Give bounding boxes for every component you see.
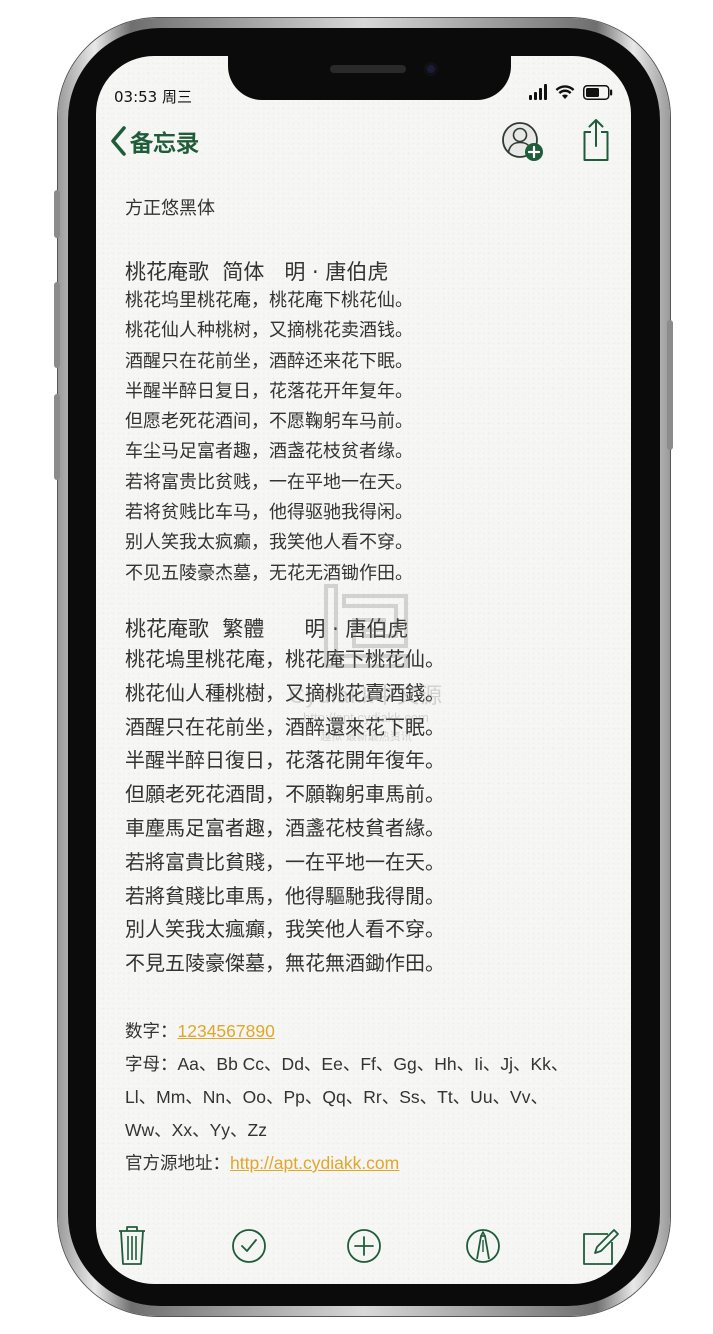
- share-button[interactable]: [582, 118, 610, 166]
- add-button[interactable]: [342, 1222, 386, 1266]
- compose-button[interactable]: [578, 1222, 622, 1266]
- chevron-left-icon: [111, 126, 126, 156]
- letters-line: 字母：Aa、Bb Cc、Dd、Ee、Ff、Gg、Hh、Ii、Jj、Kk、: [125, 1048, 605, 1081]
- sample-info: 数字：1234567890 字母：Aa、Bb Cc、Dd、Ee、Ff、Gg、Hh…: [125, 1015, 605, 1180]
- poem-line: 但愿老死花酒间，不愿鞠躬车马前。: [125, 411, 413, 433]
- poem-line: 酒醒只在花前坐，酒醉还来花下眠。: [125, 350, 413, 372]
- trash-icon: [119, 1226, 145, 1265]
- volume-up-button: [54, 282, 60, 368]
- note-body[interactable]: 方正悠黑体 桃花庵歌 简体 明 · 唐伯虎 桃花坞里桃花庵，桃花庵下桃花仙。 桃…: [125, 184, 605, 1180]
- source-url-link[interactable]: http://apt.cydiakk.com: [230, 1153, 399, 1173]
- letters-text-1: Aa、Bb Cc、Dd、Ee、Ff、Gg、Hh、Ii、Jj、Kk、: [177, 1053, 569, 1074]
- checklist-button[interactable]: [227, 1222, 271, 1266]
- poem-line: 但願老死花酒間，不願鞠躬車馬前。: [125, 782, 445, 807]
- battery-icon: [583, 84, 613, 100]
- front-camera: [424, 62, 438, 76]
- back-button[interactable]: 备忘录: [110, 124, 199, 158]
- add-icon: [347, 1229, 381, 1263]
- delete-button[interactable]: [110, 1222, 154, 1266]
- poem-line: 若將富貴比貧賤，一在平地一在天。: [125, 849, 445, 874]
- checklist-icon: [232, 1229, 266, 1263]
- letters-label: 字母：: [125, 1053, 178, 1074]
- font-name-line: 方正悠黑体: [125, 198, 215, 219]
- poem-line: 別人笑我太瘋癲，我笑他人看不穿。: [125, 917, 445, 942]
- letters-text-3: Ww、Xx、Yy、Zz: [125, 1119, 267, 1140]
- poem-line: 車塵馬足富者趣，酒盞花枝貧者緣。: [125, 815, 445, 840]
- share-icon: [583, 119, 609, 161]
- poem-line: 桃花仙人種桃樹，又摘桃花賣酒錢。: [125, 680, 445, 705]
- poem-line: 桃花仙人种桃树，又摘桃花卖酒钱。: [125, 320, 413, 342]
- letters-text-2: Ll、Mm、Nn、Oo、Pp、Qq、Rr、Ss、Tt、Uu、Vv、: [125, 1086, 548, 1107]
- power-button: [667, 320, 673, 450]
- poem-line: 若将富贵比贫贱，一在平地一在天。: [125, 471, 413, 493]
- cellular-signal-icon: [529, 84, 547, 100]
- poem-line: 半醒半醉日复日，花落花开年复年。: [125, 380, 413, 402]
- bottom-toolbar: [96, 1222, 631, 1272]
- digits-label: 数字：: [125, 1020, 178, 1041]
- poem-line: 桃花坞里桃花庵，桃花庵下桃花仙。: [125, 290, 413, 311]
- source-label: 官方源地址：: [125, 1152, 230, 1173]
- poem-line: 若將貧賤比車馬，他得驅馳我得閒。: [125, 883, 445, 908]
- poem-line: 不見五陵豪傑墓，無花無酒鋤作田。: [125, 951, 445, 976]
- screen: 03:53 周三 备忘录 方正悠黑体 桃花庵歌 简体 明 · 唐伯虎 桃花坞里桃…: [96, 56, 631, 1284]
- poem-line: 若将贫贱比车马，他得驱驰我得闲。: [125, 502, 413, 524]
- status-time: 03:53 周三: [114, 88, 192, 106]
- digits-line: 数字：1234567890: [125, 1015, 605, 1048]
- status-icons: [529, 84, 613, 100]
- poem-line: 半醒半醉日復日，花落花開年復年。: [125, 748, 445, 773]
- poem-line: 不见五陵豪杰墓，无花无酒锄作田。: [125, 562, 413, 584]
- poem-line: 酒醒只在花前坐，酒醉還來花下眠。: [125, 714, 445, 739]
- compose-icon: [583, 1229, 619, 1265]
- back-label: 备忘录: [130, 131, 199, 157]
- add-person-button[interactable]: [500, 120, 546, 168]
- poem-simplified-lines: 桃花坞里桃花庵，桃花庵下桃花仙。 桃花仙人种桃树，又摘桃花卖酒钱。 酒醒只在花前…: [125, 286, 605, 589]
- poem-line: 别人笑我太疯癫，我笑他人看不穿。: [125, 532, 413, 554]
- digits-link[interactable]: 1234567890: [178, 1021, 275, 1041]
- markup-icon: [466, 1229, 500, 1263]
- wifi-icon: [555, 85, 575, 99]
- poem-traditional-lines: 桃花塢里桃花庵，桃花庵下桃花仙。 桃花仙人種桃樹，又摘桃花賣酒錢。 酒醒只在花前…: [125, 643, 605, 981]
- source-line: 官方源地址：http://apt.cydiakk.com: [125, 1147, 605, 1180]
- notch: [228, 56, 511, 100]
- poem-simplified-title: 桃花庵歌 简体 明 · 唐伯虎: [125, 260, 389, 284]
- poem-line: 车尘马足富者趣，酒盏花枝贫者缘。: [125, 441, 413, 463]
- mute-switch: [54, 190, 60, 238]
- earpiece-speaker: [330, 65, 406, 73]
- markup-button[interactable]: [461, 1222, 505, 1266]
- add-person-icon: [502, 122, 543, 161]
- poem-traditional-title: 桃花庵歌 繁體 明 · 唐伯虎: [125, 616, 409, 641]
- volume-down-button: [54, 394, 60, 480]
- poem-line: 桃花塢里桃花庵，桃花庵下桃花仙。: [125, 646, 445, 671]
